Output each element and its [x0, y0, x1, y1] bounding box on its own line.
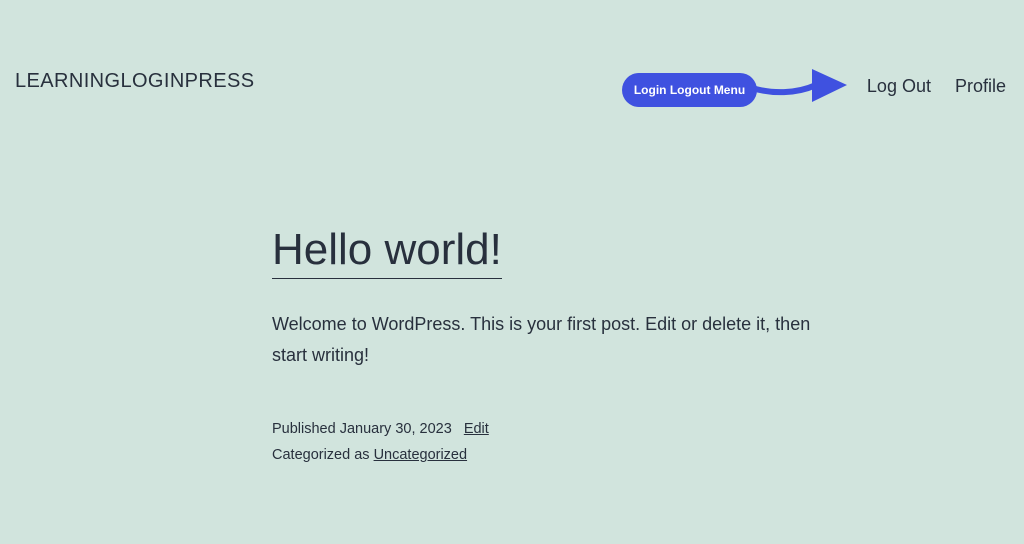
- post-meta: Published January 30, 2023 Edit Categori…: [272, 416, 852, 468]
- published-date: January 30, 2023: [339, 421, 452, 437]
- menu-item-log-out[interactable]: Log Out: [867, 76, 931, 97]
- post-title-link[interactable]: Hello world!: [272, 222, 502, 279]
- edit-post-link[interactable]: Edit: [464, 421, 489, 437]
- post-article: Hello world! Welcome to WordPress. This …: [272, 222, 852, 468]
- login-logout-menu-callout: Login Logout Menu: [622, 73, 757, 107]
- category-link[interactable]: Uncategorized: [374, 447, 468, 463]
- site-title[interactable]: LEARNINGLOGINPRESS: [15, 70, 255, 93]
- category-line: Categorized as Uncategorized: [272, 442, 852, 468]
- menu-item-profile[interactable]: Profile: [955, 76, 1006, 97]
- published-line: Published January 30, 2023 Edit: [272, 416, 852, 442]
- post-content: Welcome to WordPress. This is your first…: [272, 314, 811, 365]
- primary-menu: Log Out Profile: [867, 76, 1006, 97]
- arrow-right-icon: [752, 69, 847, 102]
- published-prefix: Published: [272, 421, 336, 437]
- categorized-prefix: Categorized as: [272, 447, 370, 463]
